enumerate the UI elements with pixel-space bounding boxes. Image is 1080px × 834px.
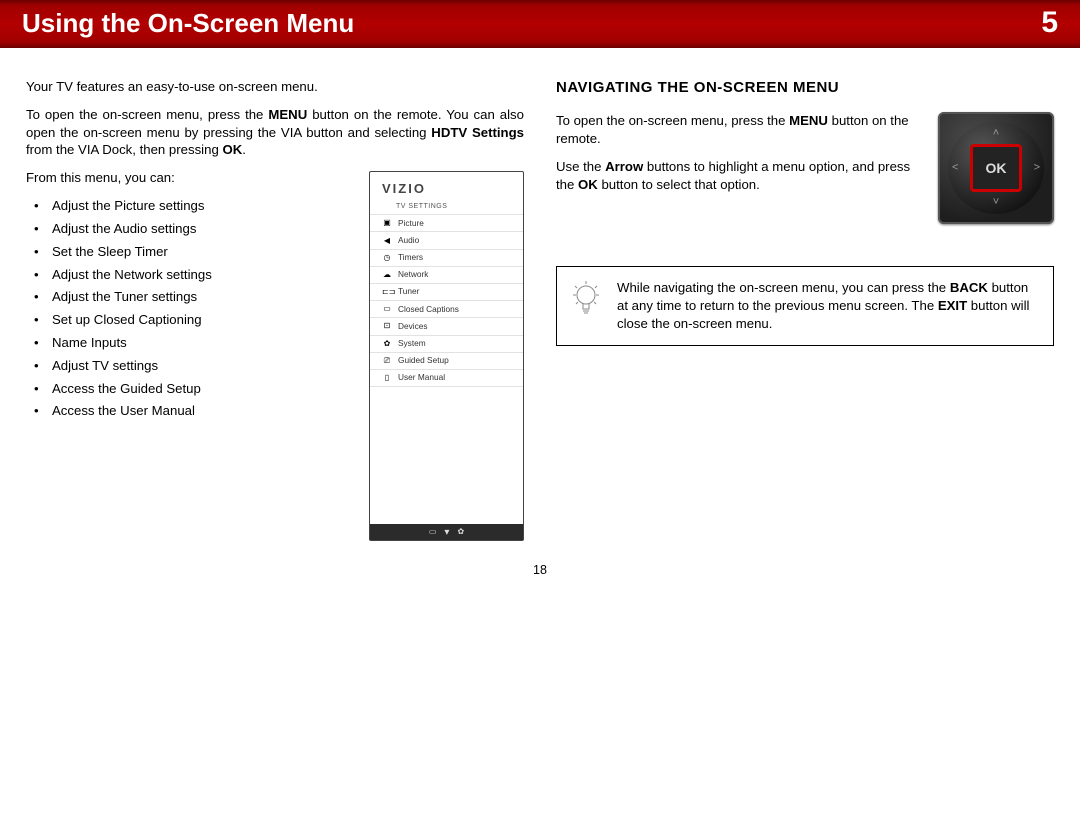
nav-p2: Use the Arrow buttons to highlight a men… xyxy=(556,158,918,194)
chevron-down-icon: ▾ xyxy=(444,526,449,540)
menu-footer-bar: ▭ ▾ ✿ xyxy=(370,524,523,540)
page-number: 18 xyxy=(0,551,1080,587)
action-item: Set up Closed Captioning xyxy=(48,311,351,329)
action-item: Name Inputs xyxy=(48,334,351,352)
menu-item-label: System xyxy=(398,338,426,349)
guided-icon: ⎚ xyxy=(382,356,392,366)
chapter-header: Using the On-Screen Menu 5 xyxy=(0,0,1080,48)
menu-item-label: Network xyxy=(398,269,428,280)
lightbulb-icon xyxy=(569,279,603,332)
ok-button: OK xyxy=(970,144,1022,192)
speaker-icon: ◀ xyxy=(382,236,392,246)
chapter-number: 5 xyxy=(1041,6,1058,40)
menu-item: ▯ User Manual xyxy=(370,369,523,387)
remote-dpad: ˄ ˅ ˂ ˃ OK xyxy=(938,112,1054,224)
tuner-icon: ⊏⊐ xyxy=(382,287,392,297)
menu-item: ✿ System xyxy=(370,335,523,352)
arrow-right-icon: ˃ xyxy=(1034,161,1040,176)
cc-icon: ▭ xyxy=(382,304,392,314)
menu-item: ⊡ Devices xyxy=(370,317,523,334)
from-this-menu: From this menu, you can: xyxy=(26,169,351,187)
menu-item-label: Devices xyxy=(398,321,428,332)
action-item: Adjust the Audio settings xyxy=(48,220,351,238)
menu-item-label: Tuner xyxy=(398,286,419,297)
menu-item-label: Guided Setup xyxy=(398,355,449,366)
menu-item-label: Audio xyxy=(398,235,419,246)
right-column: NAVIGATING THE ON-SCREEN MENU To open th… xyxy=(556,78,1054,541)
arrow-up-icon: ˄ xyxy=(993,126,999,141)
nav-p1: To open the on-screen menu, press the ME… xyxy=(556,112,918,148)
action-item: Access the User Manual xyxy=(48,402,351,420)
menu-item: ☁ Network xyxy=(370,266,523,283)
section-heading: NAVIGATING THE ON-SCREEN MENU xyxy=(556,78,1054,98)
action-item: Adjust the Network settings xyxy=(48,266,351,284)
left-column: Your TV features an easy-to-use on-scree… xyxy=(26,78,524,541)
wide-icon: ▭ xyxy=(429,527,437,538)
action-item: Adjust the Tuner settings xyxy=(48,288,351,306)
tv-settings-menu: VIZIO TV SETTINGS ▣ Picture ◀ Audio ◷ Timers ☁… xyxy=(369,171,524,541)
clock-icon: ◷ xyxy=(382,253,392,263)
action-item: Adjust the Picture settings xyxy=(48,197,351,215)
intro-line-1: Your TV features an easy-to-use on-scree… xyxy=(26,78,524,96)
action-item: Adjust TV settings xyxy=(48,357,351,375)
action-item: Access the Guided Setup xyxy=(48,380,351,398)
tip-box: While navigating the on-screen menu, you… xyxy=(556,266,1054,345)
network-icon: ☁ xyxy=(382,270,392,280)
menu-item: ▣ Picture xyxy=(370,214,523,231)
menu-item: ⎚ Guided Setup xyxy=(370,352,523,369)
intro-open-menu: To open the on-screen menu, press the ME… xyxy=(26,106,524,159)
menu-items: ▣ Picture ◀ Audio ◷ Timers ☁ Network ⊏⊐ Tuner ▭ Clo… xyxy=(370,214,523,387)
menu-item: ◀ Audio xyxy=(370,231,523,248)
menu-item: ⊏⊐ Tuner xyxy=(370,283,523,300)
menu-item: ▭ Closed Captions xyxy=(370,300,523,317)
picture-icon: ▣ xyxy=(382,218,392,228)
gear-icon: ✿ xyxy=(382,339,392,349)
menu-subhead: TV SETTINGS xyxy=(370,200,523,214)
actions-list: Adjust the Picture settings Adjust the Au… xyxy=(26,197,351,420)
menu-item-label: Closed Captions xyxy=(398,304,459,315)
vizio-logo: VIZIO xyxy=(370,172,523,200)
menu-item-label: Timers xyxy=(398,252,423,263)
menu-item-label: User Manual xyxy=(398,372,445,383)
action-item: Set the Sleep Timer xyxy=(48,243,351,261)
settings-icon: ✿ xyxy=(457,527,464,538)
menu-item-label: Picture xyxy=(398,218,424,229)
page-body: Your TV features an easy-to-use on-scree… xyxy=(0,48,1080,551)
manual-icon: ▯ xyxy=(382,373,392,383)
devices-icon: ⊡ xyxy=(382,321,392,331)
tip-text: While navigating the on-screen menu, you… xyxy=(617,279,1037,332)
page-title: Using the On-Screen Menu xyxy=(22,8,354,39)
menu-item: ◷ Timers xyxy=(370,249,523,266)
arrow-left-icon: ˂ xyxy=(952,161,958,176)
arrow-down-icon: ˅ xyxy=(993,195,999,210)
